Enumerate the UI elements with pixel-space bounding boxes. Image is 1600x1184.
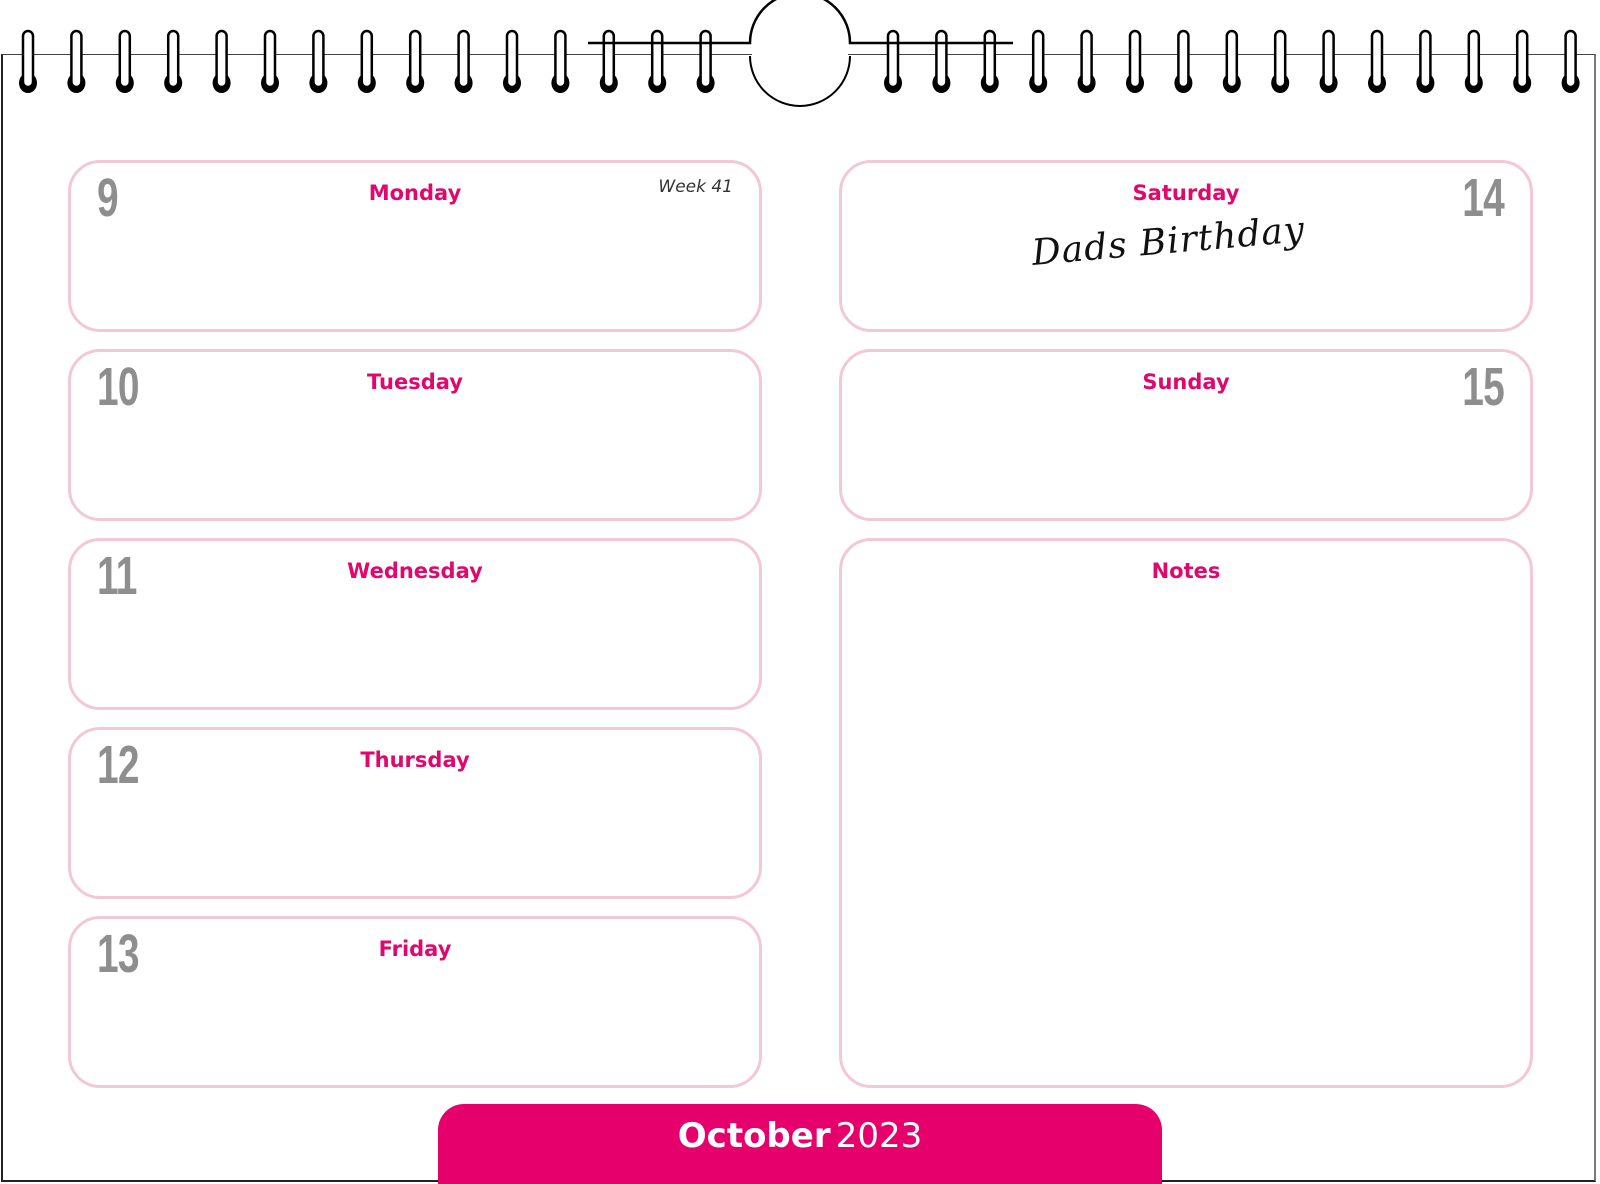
event-entry: Dads Birthday (1030, 209, 1307, 274)
binding-ring (21, 29, 35, 89)
binding-ring (886, 29, 900, 89)
binding-ring (1128, 29, 1142, 89)
notes-box[interactable]: Notes (839, 538, 1533, 1088)
binding-ring (650, 29, 664, 89)
day-name: Friday (378, 937, 452, 961)
binding-ring (1031, 29, 1045, 89)
day-name: Tuesday (367, 370, 463, 394)
binding-ring (1467, 29, 1481, 89)
binding-ring (1564, 29, 1577, 89)
binding-ring (1419, 29, 1432, 89)
year: 2023 (835, 1116, 923, 1156)
day-box-thursday[interactable]: 12 Thursday (68, 727, 762, 899)
binding-ring (1322, 29, 1335, 89)
binding-ring (1273, 29, 1287, 89)
day-name: Thursday (360, 748, 470, 772)
binding-ring (1515, 29, 1529, 89)
day-box-tuesday[interactable]: 10 Tuesday (68, 349, 762, 521)
binding-ring (1177, 29, 1190, 89)
binding-ring (166, 29, 180, 89)
day-name: Monday (368, 181, 462, 205)
binding-ring (215, 29, 228, 89)
day-box-wednesday[interactable]: 11 Wednesday (68, 538, 762, 710)
month-tab: October 2023 (438, 1104, 1162, 1184)
notes-label: Notes (1151, 559, 1221, 583)
day-box-saturday[interactable]: 14 Saturday Dads Birthday (839, 160, 1533, 332)
binding-ring (699, 29, 712, 89)
month-name: October (677, 1116, 831, 1156)
binding-ring (554, 29, 567, 89)
binding-ring (457, 29, 470, 89)
day-name: Sunday (1142, 370, 1230, 394)
binding-ring (408, 29, 422, 89)
binding-ring (935, 29, 948, 89)
day-box-monday[interactable]: 9 Monday Week 41 (68, 160, 762, 332)
binding-ring (118, 29, 132, 89)
binding-ring (70, 29, 83, 89)
binding-ring (263, 29, 277, 89)
binding-ring (505, 29, 519, 89)
binding-ring (602, 29, 616, 89)
day-name: Wednesday (347, 559, 483, 583)
spiral-binding-icon (19, 0, 1580, 107)
day-box-sunday[interactable]: 15 Sunday (839, 349, 1533, 521)
day-box-friday[interactable]: 13 Friday (68, 916, 762, 1088)
binding-ring (360, 29, 374, 89)
day-name: Saturday (1132, 181, 1240, 205)
binding-ring (312, 29, 325, 89)
week-number: Week 41 (658, 177, 733, 197)
binding-ring (1370, 29, 1384, 89)
binding-ring (983, 29, 997, 89)
binding-ring (1225, 29, 1239, 89)
binding-ring (1080, 29, 1093, 89)
